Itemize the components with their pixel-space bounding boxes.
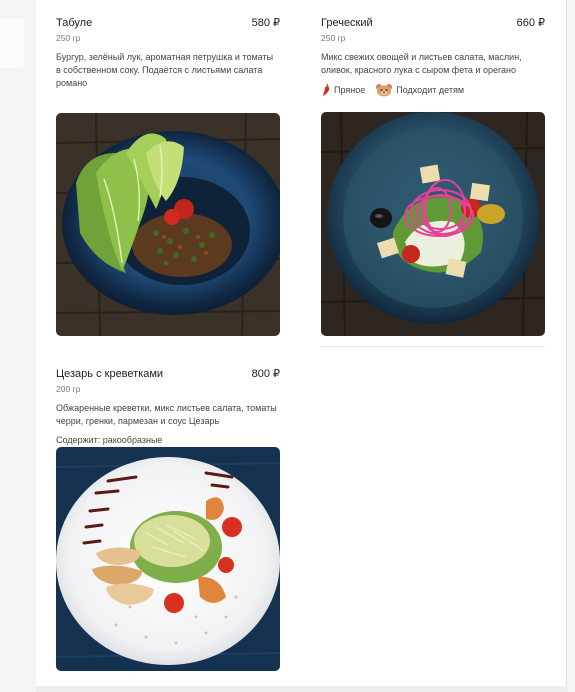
scrollbar-track[interactable] <box>568 0 575 692</box>
tag-spicy: Пряное <box>321 84 365 96</box>
chili-pepper-icon <box>323 84 330 96</box>
kids-bear-icon <box>376 84 393 97</box>
tag-label: Пряное <box>334 85 366 95</box>
item-title[interactable]: Цезарь с креветками <box>56 367 163 381</box>
item-weight: 250 гр <box>56 33 81 43</box>
tag-label: Подходит детям <box>396 85 465 95</box>
item-description: Бургур, зелёный лук, ароматная петрушка … <box>56 52 274 88</box>
item-weight: 250 гр <box>321 33 346 43</box>
left-gutter <box>0 0 36 692</box>
item-tags: Пряное Подходит детям <box>321 83 545 97</box>
menu-item-caesar-shrimp[interactable]: Цезарь с креветками 800 ₽ 200 гр Обжарен… <box>56 367 280 446</box>
item-title[interactable]: Греческий <box>321 16 373 30</box>
bottom-edge <box>36 686 568 692</box>
menu-item-tabouleh[interactable]: Табуле 580 ₽ 250 гр Бургур, зелёный лук,… <box>56 16 280 90</box>
item-divider <box>321 346 545 347</box>
item-photo-greek[interactable] <box>321 112 545 336</box>
item-photo-tabouleh[interactable] <box>56 113 280 336</box>
item-price: 800 ₽ <box>251 368 280 380</box>
item-title[interactable]: Табуле <box>56 16 92 30</box>
item-photo-caesar-shrimp[interactable] <box>56 447 280 671</box>
item-description: Обжаренные креветки, микс листьев салата… <box>56 403 277 426</box>
item-price: 580 ₽ <box>251 17 280 29</box>
menu-item-greek[interactable]: Греческий 660 ₽ 250 гр Микс свежих овоще… <box>321 16 545 97</box>
item-price: 660 ₽ <box>516 17 545 29</box>
tag-kids: Подходит детям <box>375 83 464 97</box>
item-description: Микс свежих овощей и листьев салата, мас… <box>321 52 522 75</box>
item-weight: 200 гр <box>56 384 81 394</box>
side-panel-tab[interactable] <box>0 18 24 68</box>
item-allergen-note: Содержит: ракообразные <box>56 435 163 445</box>
